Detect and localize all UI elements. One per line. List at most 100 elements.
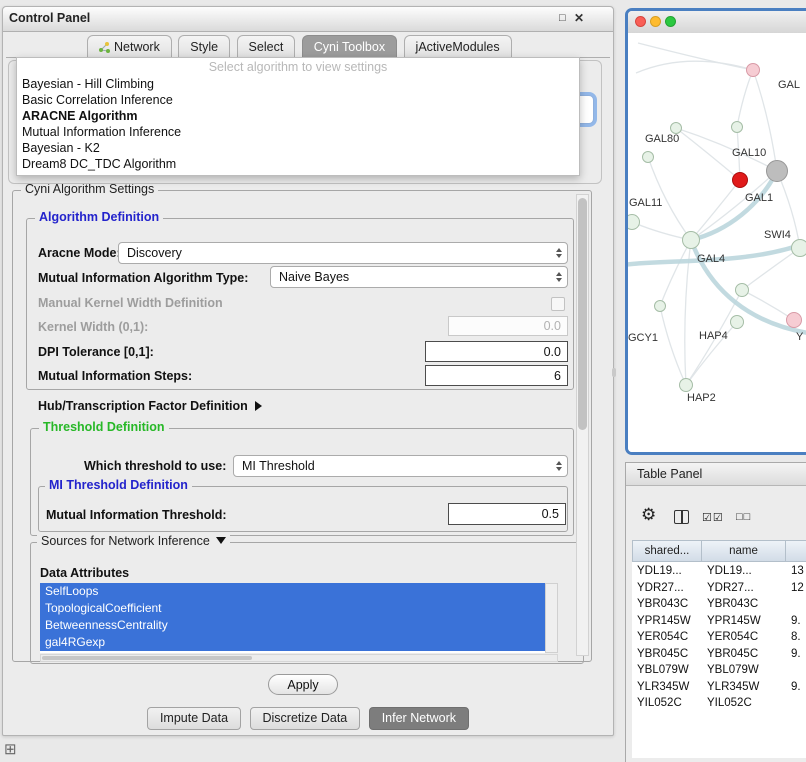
tab-impute-data[interactable]: Impute Data [147, 707, 241, 730]
which-threshold-combobox[interactable]: MI Threshold [233, 455, 568, 477]
tab-jactivemodules[interactable]: jActiveModules [404, 35, 512, 59]
table-cell[interactable]: YPR145W [702, 615, 786, 627]
table-cell[interactable]: 9. [786, 615, 806, 627]
tab-infer-network[interactable]: Infer Network [369, 707, 469, 730]
float-window-icon[interactable]: □ [559, 12, 566, 24]
table-cell[interactable]: YDL19... [632, 565, 702, 577]
column-header[interactable]: shared... [632, 540, 702, 562]
mi-steps-label: Mutual Information Steps: [38, 369, 192, 383]
network-node[interactable] [732, 172, 748, 188]
settings-vertical-scrollbar[interactable] [576, 194, 589, 656]
dropdown-item[interactable]: Mutual Information Inference [17, 124, 579, 140]
mi-steps-field[interactable]: 6 [425, 365, 568, 386]
attributes-horizontal-scrollbar[interactable] [40, 654, 558, 662]
table-cell[interactable]: YDR27... [632, 582, 702, 594]
scrollbar-thumb[interactable] [578, 198, 587, 430]
table-row[interactable]: YIL052CYIL052C [632, 695, 806, 712]
table-cell[interactable]: YLR345W [702, 681, 786, 693]
mi-type-combobox[interactable]: Naive Bayes [270, 266, 568, 288]
sources-collapser[interactable]: Sources for Network Inference [37, 534, 230, 548]
network-node[interactable] [746, 63, 760, 77]
column-header[interactable] [786, 540, 806, 562]
attributes-vertical-scrollbar[interactable] [545, 583, 558, 653]
table-cell[interactable]: YDL19... [702, 565, 786, 577]
network-node[interactable] [682, 231, 700, 249]
manual-kernel-checkbox[interactable] [551, 297, 565, 311]
network-node[interactable] [642, 151, 654, 163]
table-cell[interactable]: YDR27... [702, 582, 786, 594]
table-cell[interactable]: YIL052C [702, 697, 786, 709]
dpi-tolerance-field[interactable]: 0.0 [425, 341, 568, 362]
table-cell[interactable]: YER054C [632, 631, 702, 643]
dropdown-item[interactable]: Basic Correlation Inference [17, 92, 579, 108]
attribute-item-selected[interactable]: gal4RGexp [40, 634, 545, 651]
minimized-panel-icon[interactable]: ⊞ [4, 740, 17, 758]
minimize-traffic-light[interactable] [650, 16, 661, 27]
column-divider [681, 511, 683, 523]
network-node[interactable] [766, 160, 788, 182]
dropdown-item[interactable]: Bayesian - Hill Climbing [17, 76, 579, 92]
select-all-columns-icon[interactable]: ☑☑ [702, 511, 724, 524]
tab-discretize-data[interactable]: Discretize Data [250, 707, 361, 730]
table-cell[interactable]: YBR045C [632, 648, 702, 660]
tab-network[interactable]: Network [87, 35, 172, 59]
tab-style[interactable]: Style [178, 35, 230, 59]
network-canvas[interactable]: GAL80 GAL10 GAL11 GAL1 SWI4 GAL4 GCY1 HA… [628, 33, 806, 452]
close-window-icon[interactable]: ✕ [574, 11, 584, 25]
kernel-width-field[interactable]: 0.0 [448, 316, 568, 336]
zoom-traffic-light[interactable] [665, 16, 676, 27]
table-cell[interactable]: 9. [786, 681, 806, 693]
table-cell[interactable]: 13 [786, 565, 806, 577]
attribute-item-selected[interactable]: SelfLoops [40, 583, 545, 600]
table-cell[interactable]: YBL079W [702, 664, 786, 676]
table-row[interactable]: YDL19...YDL19...13 [632, 563, 806, 580]
network-node[interactable] [679, 378, 693, 392]
table-cell[interactable]: YBR043C [632, 598, 702, 610]
tab-cyni-toolbox[interactable]: Cyni Toolbox [302, 35, 397, 59]
table-row[interactable]: YDR27...YDR27...12 [632, 580, 806, 597]
table-row[interactable]: YLR345WYLR345W9. [632, 679, 806, 696]
attribute-item-selected[interactable]: TopologicalCoefficient [40, 600, 545, 617]
network-node[interactable] [735, 283, 749, 297]
network-node[interactable] [786, 312, 802, 328]
apply-button[interactable]: Apply [268, 674, 338, 695]
table-cell[interactable]: YBL079W [632, 664, 702, 676]
mi-threshold-field[interactable]: 0.5 [448, 503, 566, 525]
table-cell[interactable]: YPR145W [632, 615, 702, 627]
table-cell[interactable]: YBR043C [702, 598, 786, 610]
column-header[interactable]: name [702, 540, 786, 562]
table-row[interactable]: YER054CYER054C8. [632, 629, 806, 646]
network-node[interactable] [654, 300, 666, 312]
show-columns-icon[interactable] [674, 510, 689, 524]
table-cell[interactable]: 12 [786, 582, 806, 594]
attribute-item-selected[interactable]: BetweennessCentrality [40, 617, 545, 634]
table-cell[interactable]: YBR045C [702, 648, 786, 660]
dropdown-item[interactable]: Dream8 DC_TDC Algorithm [17, 156, 579, 172]
table-cell[interactable]: YIL052C [632, 697, 702, 709]
network-node[interactable] [730, 315, 744, 329]
mi-threshold-label: Mutual Information Threshold: [46, 508, 227, 522]
scrollbar-thumb[interactable] [42, 656, 252, 660]
aracne-mode-combobox[interactable]: Discovery [118, 242, 568, 264]
network-node[interactable] [731, 121, 743, 133]
table-cell[interactable]: 9. [786, 648, 806, 660]
expand-right-icon[interactable] [255, 401, 262, 411]
collapse-down-icon[interactable] [216, 537, 226, 544]
table-row[interactable]: YBL079WYBL079W [632, 662, 806, 679]
network-node[interactable] [791, 239, 806, 257]
table-row[interactable]: YBR043CYBR043C [632, 596, 806, 613]
splitpane-handle[interactable] [612, 368, 616, 377]
table-cell[interactable]: YER054C [702, 631, 786, 643]
dropdown-item-selected[interactable]: ARACNE Algorithm [17, 108, 579, 124]
deselect-all-columns-icon[interactable]: □□ [736, 511, 751, 523]
table-cell[interactable]: 8. [786, 631, 806, 643]
table-row[interactable]: YBR045CYBR045C9. [632, 646, 806, 663]
table-cell[interactable]: YLR345W [632, 681, 702, 693]
tab-select[interactable]: Select [237, 35, 296, 59]
gear-icon[interactable]: ⚙ [641, 505, 656, 525]
dropdown-item[interactable]: Bayesian - K2 [17, 140, 579, 156]
hub-definition-label: Hub/Transcription Factor Definition [38, 399, 248, 413]
table-row[interactable]: YPR145WYPR145W9. [632, 613, 806, 630]
hub-definition-expander[interactable]: Hub/Transcription Factor Definition [38, 399, 262, 413]
close-traffic-light[interactable] [635, 16, 646, 27]
